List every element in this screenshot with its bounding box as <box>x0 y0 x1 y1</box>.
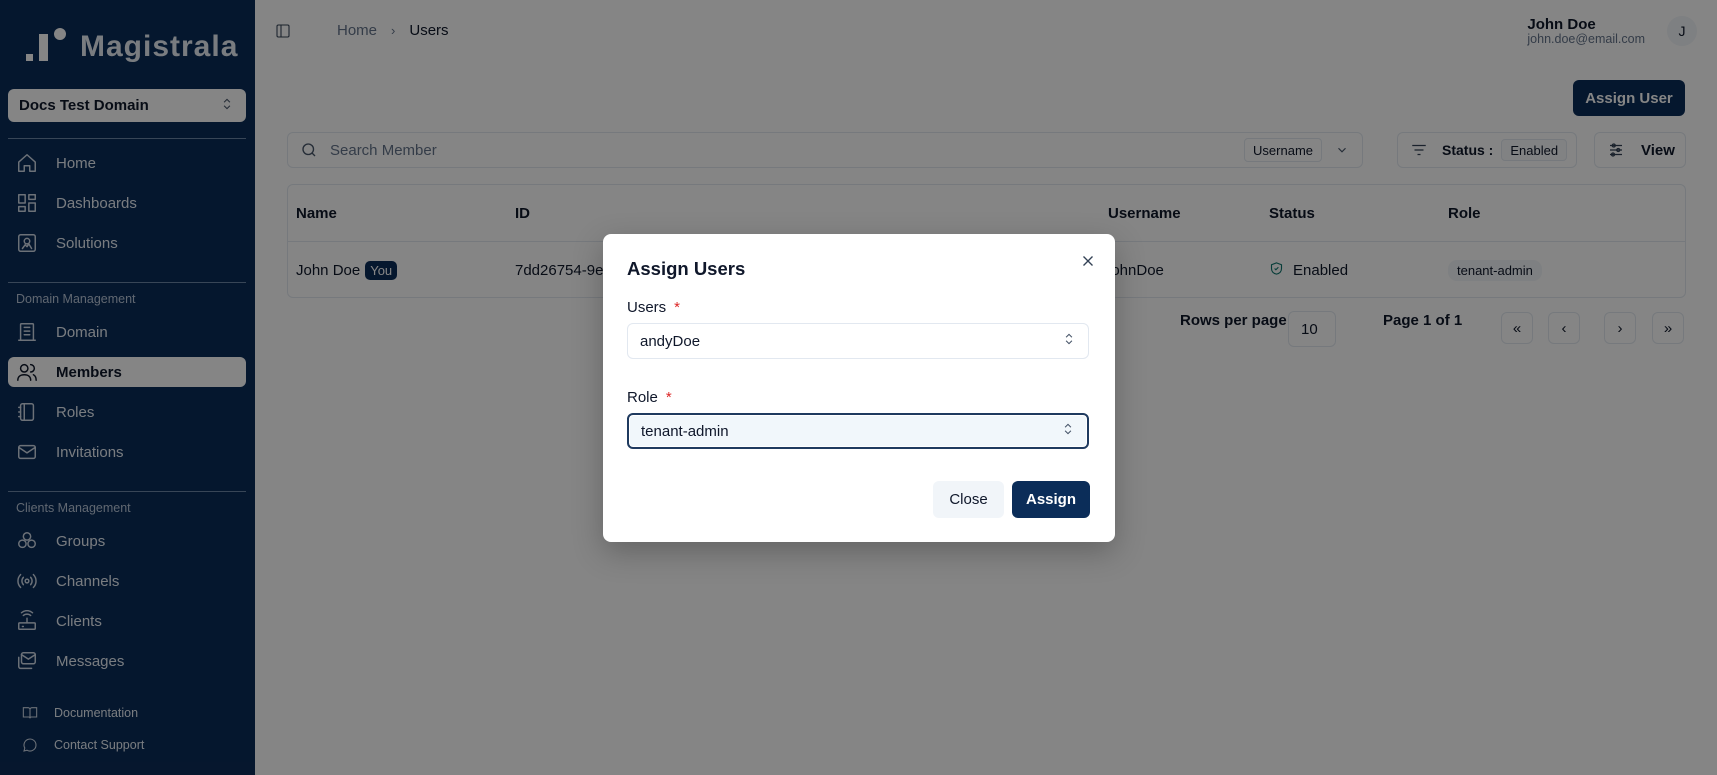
role-select[interactable]: tenant-admin <box>627 413 1089 449</box>
required-mark: * <box>674 299 681 316</box>
users-select[interactable]: andyDoe <box>627 323 1089 359</box>
role-field-label: Role * <box>627 389 672 406</box>
assign-users-dialog: Assign Users Users * andyDoe Role * tenant… <box>603 234 1115 542</box>
chevron-up-down-icon <box>1061 422 1075 440</box>
users-select-value: andyDoe <box>640 332 701 350</box>
users-label-text: Users <box>627 299 667 316</box>
dialog-title: Assign Users <box>627 258 746 279</box>
app-root: Magistrala Docs Test Domain Home Dashboa… <box>0 0 1717 775</box>
users-field-label: Users * <box>627 299 680 316</box>
role-select-value: tenant-admin <box>641 422 729 440</box>
assign-button[interactable]: Assign <box>1012 481 1090 518</box>
required-mark: * <box>665 389 672 406</box>
chevron-up-down-icon <box>1062 332 1076 350</box>
close-icon[interactable] <box>1079 252 1097 270</box>
role-label-text: Role <box>627 389 658 406</box>
close-button[interactable]: Close <box>933 481 1004 518</box>
